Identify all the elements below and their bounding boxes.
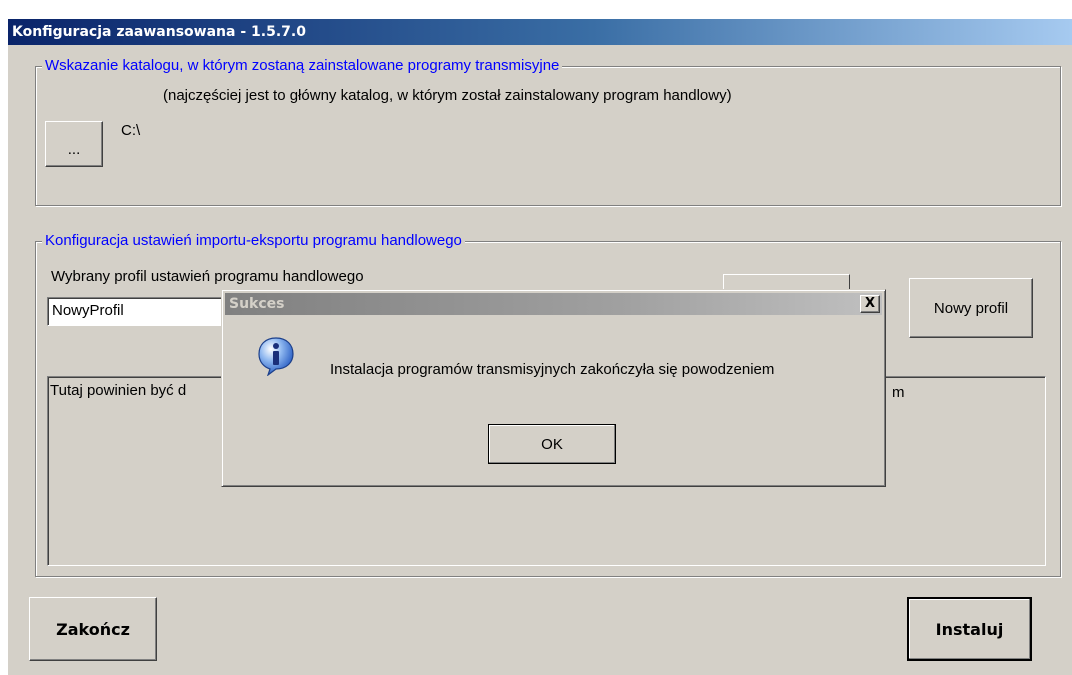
success-dialog: Sukces X Instalacja programów transmisyj…: [221, 289, 886, 487]
install-dir-legend: Wskazanie katalogu, w którym zostaną zai…: [42, 56, 563, 76]
profile-select[interactable]: NowyProfil: [47, 297, 247, 326]
ok-button[interactable]: OK: [488, 424, 616, 464]
close-icon: X: [864, 296, 876, 311]
finish-button[interactable]: Zakończ: [29, 597, 157, 661]
install-dir-hint: (najczęściej jest to główny katalog, w k…: [163, 87, 732, 104]
browse-button[interactable]: ...: [45, 121, 103, 167]
profile-info-text-right: m: [892, 384, 905, 401]
install-button[interactable]: Instaluj: [907, 597, 1032, 661]
window-title: Konfiguracja zaawansowana - 1.5.7.0: [8, 19, 1072, 45]
import-export-legend: Konfiguracja ustawień importu-eksportu p…: [42, 231, 465, 251]
info-icon: [258, 337, 294, 376]
install-path: C:\: [121, 122, 141, 139]
hidden-button-behind-dialog[interactable]: [723, 274, 850, 290]
dialog-message: Instalacja programów transmisyjnych zako…: [330, 361, 775, 378]
dialog-title: Sukces: [225, 293, 882, 315]
new-profile-button[interactable]: Nowy profil: [909, 278, 1033, 338]
profile-info-text-left: Tutaj powinien być d: [50, 382, 187, 399]
dialog-close-button[interactable]: X: [860, 295, 880, 313]
profile-label: Wybrany profil ustawień programu handlow…: [51, 268, 364, 285]
